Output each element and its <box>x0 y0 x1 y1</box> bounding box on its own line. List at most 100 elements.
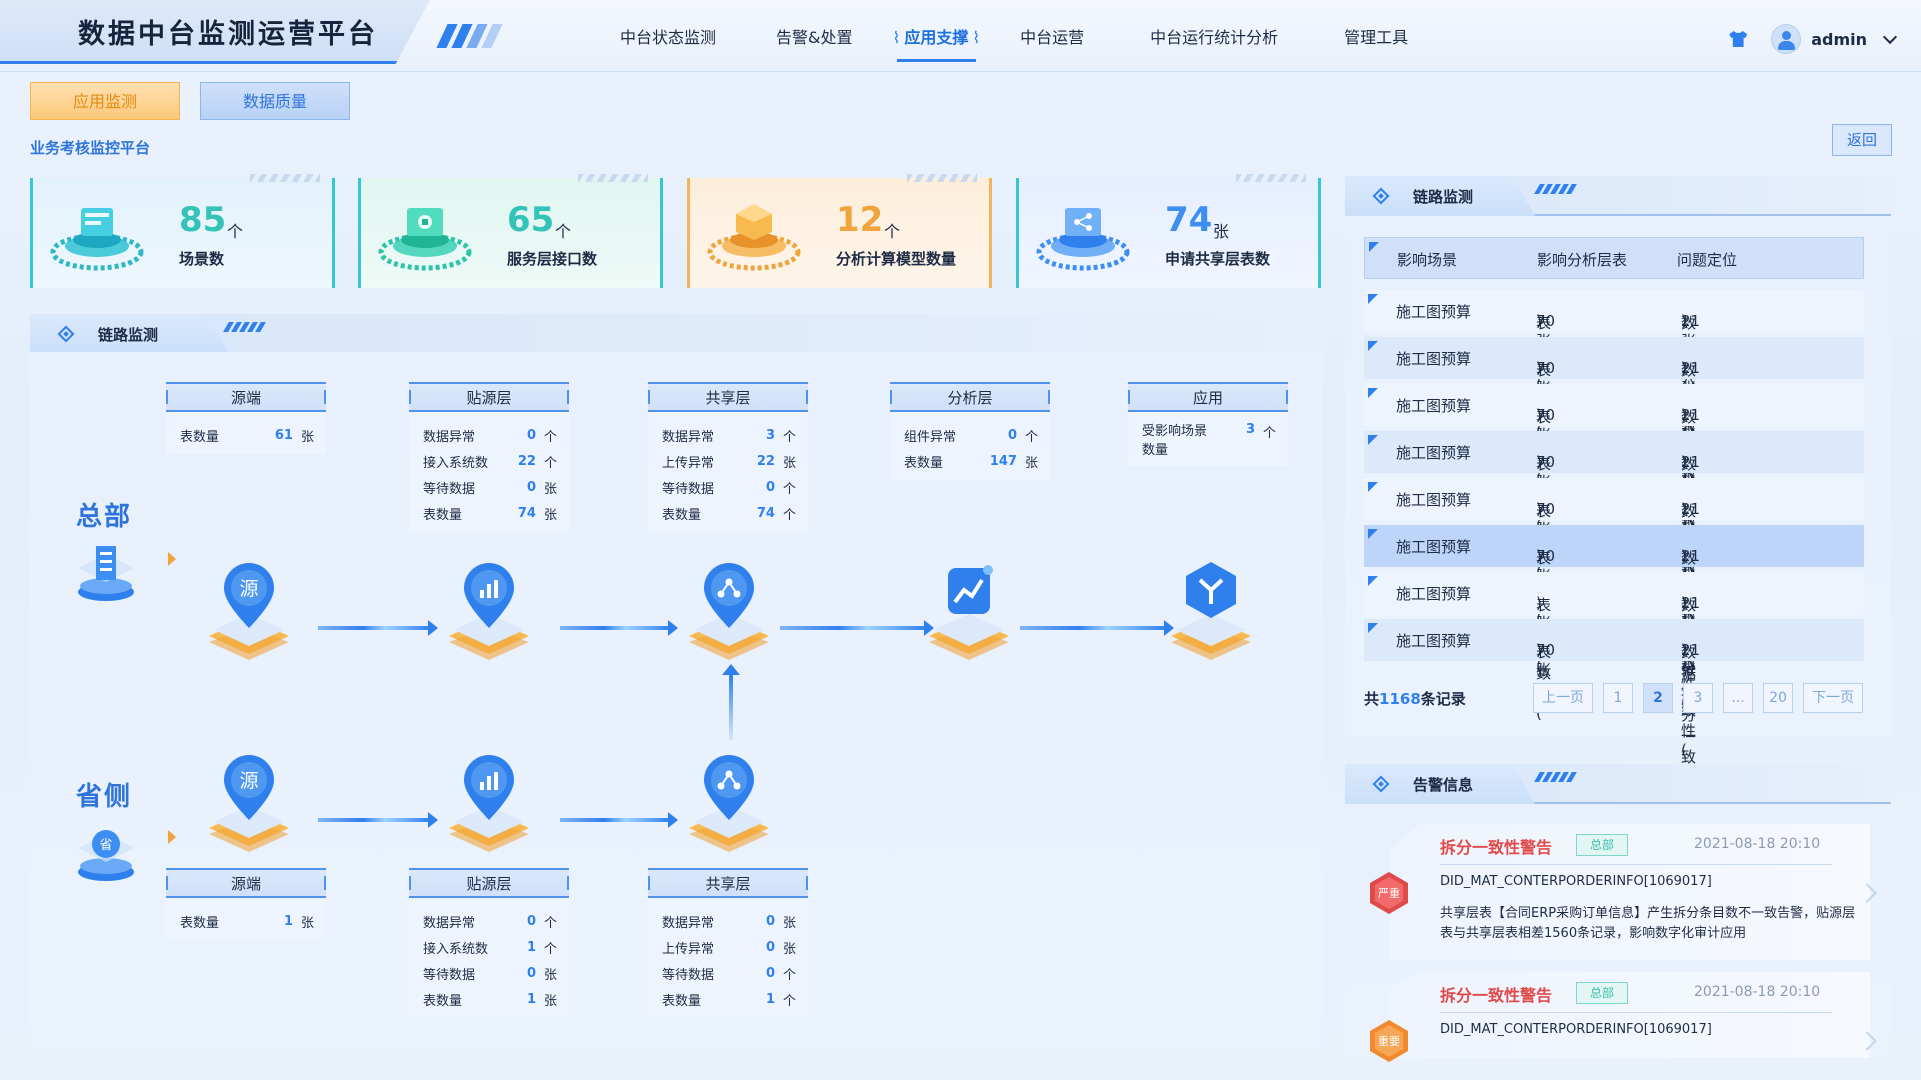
layer-row: 表数量 1 张 <box>180 913 314 931</box>
username[interactable]: admin <box>1811 30 1867 49</box>
column-header: 问题定位 <box>1677 251 1738 269</box>
svg-text:严重: 严重 <box>1378 886 1400 900</box>
layer-row: 数据异常 0 个 <box>423 427 557 445</box>
alert-tag: 总部 <box>1576 982 1628 1004</box>
nav-status-monitor[interactable]: 中台状态监测 <box>620 0 716 72</box>
page-button-current[interactable]: 2 <box>1643 683 1673 713</box>
service-platform-icon <box>378 208 472 271</box>
table-row[interactable]: 施工图预算表数量(70)张数据拆分一致性(21)张 <box>1364 337 1864 524</box>
alert-code: DID_MAT_CONTERPORDERINFO[1069017] <box>1440 874 1712 889</box>
cell-scene: 施工图预算 <box>1396 350 1472 368</box>
model-platform-icon <box>707 204 801 271</box>
card-decoration <box>1236 174 1306 182</box>
layer-title: 应用 <box>1128 382 1288 412</box>
hq-layer-ods: 贴源层 数据异常 0 个 接入系统数 22 个 等待数据 0 张 表数量 74 张 <box>409 382 569 532</box>
svg-text:源: 源 <box>239 770 258 792</box>
region-hq-label: 总部 <box>76 502 133 532</box>
hq-layer-analysis: 分析层 组件异常 0 个 表数量 147 张 <box>890 382 1050 480</box>
flow-arrow-up <box>722 664 740 740</box>
layer-row: 表数量 1 张 <box>423 991 557 1009</box>
table-row[interactable]: 施工图预算表数量(70)张数据拆分一致性(21)张 <box>1364 431 1864 618</box>
stat-value: 65 <box>507 200 555 240</box>
tab-app-monitor[interactable]: 应用监测 <box>30 82 180 120</box>
table-row[interactable]: 施工图预算表数量(70)张数据拆分一致性(21)张 <box>1364 384 1864 571</box>
stat-label: 服务层接口数 <box>507 250 598 268</box>
pulse-left-icon: ⌇ <box>892 28 901 47</box>
slash-decoration <box>1534 772 1577 782</box>
back-button[interactable]: 返回 <box>1832 124 1892 156</box>
header-stripes-decoration <box>436 24 503 48</box>
layer-row: 上传异常 22 张 <box>662 453 796 471</box>
province-layer-ods: 贴源层 数据异常 0 个 接入系统数 1 个 等待数据 0 张 表数量 1 张 <box>409 868 569 1018</box>
layer-row: 数据异常 0 张 <box>662 913 796 931</box>
layer-row: 等待数据 0 张 <box>423 479 557 497</box>
alert-title: 拆分一致性警告 <box>1440 986 1553 1005</box>
province-share-node-icon[interactable] <box>684 750 774 860</box>
stat-value: 12 <box>836 200 884 240</box>
chain-section-header: 链路监测 <box>30 314 1322 354</box>
source-node-icon[interactable]: 源 <box>204 558 294 668</box>
stat-card-models: 12 个 分析计算模型数量 <box>687 174 992 288</box>
table-row[interactable]: 施工图预算表数量(70)张数据拆分一致性(21)张 <box>1364 290 1864 477</box>
application-node-icon[interactable] <box>1166 558 1256 668</box>
region-province-label: 省侧 <box>76 782 133 812</box>
table-row[interactable]: 施工图预算表数量(70)张数据拆分一致性(21)张 <box>1364 478 1864 665</box>
share-node-icon[interactable] <box>684 558 774 668</box>
tab-data-quality[interactable]: 数据质量 <box>200 82 350 120</box>
layer-row: 接入系统数 22 个 <box>423 453 557 471</box>
province-glyph: 省 <box>99 838 112 853</box>
pagination: 共1168条记录 上一页 1 2 3 ... 20 下一页 <box>1364 683 1864 713</box>
layer-title: 分析层 <box>890 382 1050 412</box>
alert-time: 2021-08-18 20:10 <box>1694 984 1821 1000</box>
page-ellipsis[interactable]: ... <box>1723 683 1753 713</box>
table-row[interactable]: 施工图预算表数量(70)张数据拆分一致性(21)张 <box>1364 619 1864 806</box>
analysis-node-icon[interactable] <box>924 558 1014 668</box>
prev-page-button[interactable]: 上一页 <box>1533 683 1593 713</box>
total-records: 共1168条记录 <box>1364 690 1466 708</box>
layer-row: 表数量 74 张 <box>423 505 557 523</box>
table-row[interactable]: 施工图预算表数量()张数据拆分一致性(21)张 <box>1364 572 1864 759</box>
flow-arrow <box>318 620 438 636</box>
hq-layer-source: 源端 表数量 61 张 <box>166 382 326 454</box>
stat-label: 申请共享层表数 <box>1165 250 1271 268</box>
layer-title: 贴源层 <box>409 868 569 898</box>
corner-mark <box>1368 482 1378 492</box>
province-ods-node-icon[interactable] <box>444 750 534 860</box>
user-avatar-icon[interactable] <box>1771 24 1802 54</box>
layer-row: 数据异常 0 个 <box>423 913 557 931</box>
stat-unit: 个 <box>555 222 572 241</box>
building-icon <box>78 546 134 601</box>
nav-app-support-label: 应用支撑 <box>904 28 969 47</box>
cell-scene: 施工图预算 <box>1396 397 1472 415</box>
flow-arrow <box>318 812 438 828</box>
chevron-down-icon[interactable] <box>1882 29 1898 45</box>
nav-alarm-handling[interactable]: 告警&处置 <box>776 0 852 72</box>
page-subtitle: 业务考核监控平台 <box>30 139 151 157</box>
table-row[interactable]: 施工图预算表数量(70)张数据拆分一致性(21)张 <box>1364 525 1864 712</box>
page-button[interactable]: 20 <box>1763 683 1793 713</box>
layer-title: 贴源层 <box>409 382 569 412</box>
nav-statistics[interactable]: 中台运行统计分析 <box>1150 0 1278 72</box>
next-page-button[interactable]: 下一页 <box>1803 683 1863 713</box>
card-decoration <box>907 174 977 182</box>
layer-row: 表数量 74 个 <box>662 505 796 523</box>
shirt-icon[interactable] <box>1729 31 1748 47</box>
corner-mark <box>1369 242 1379 252</box>
section-title: 告警信息 <box>1413 776 1474 794</box>
alert-code: DID_MAT_CONTERPORDERINFO[1069017] <box>1440 1022 1712 1037</box>
stat-card-interfaces: 65 个 服务层接口数 <box>358 174 663 288</box>
province-layer-source: 源端 表数量 1 张 <box>166 868 326 940</box>
province-layer-share: 共享层 数据异常 0 张 上传异常 0 张 等待数据 0 个 表数量 1 个 <box>648 868 808 1018</box>
page-button[interactable]: 1 <box>1603 683 1633 713</box>
user-area: admin <box>1729 24 1898 54</box>
nav-admin-tools[interactable]: 管理工具 <box>1344 0 1408 72</box>
alert-time: 2021-08-18 20:10 <box>1694 836 1821 852</box>
nav-app-support[interactable]: ⌇ 应用支撑 ⌇ <box>889 0 985 72</box>
ods-node-icon[interactable] <box>444 558 534 668</box>
nav-operation[interactable]: 中台运营 <box>1020 0 1084 72</box>
province-source-node-icon[interactable]: 源 <box>204 750 294 860</box>
pointer-triangle <box>168 552 176 566</box>
page-button[interactable]: 3 <box>1683 683 1713 713</box>
cell-scene: 施工图预算 <box>1396 585 1472 603</box>
severity-critical-icon: 严重 <box>1370 872 1408 914</box>
